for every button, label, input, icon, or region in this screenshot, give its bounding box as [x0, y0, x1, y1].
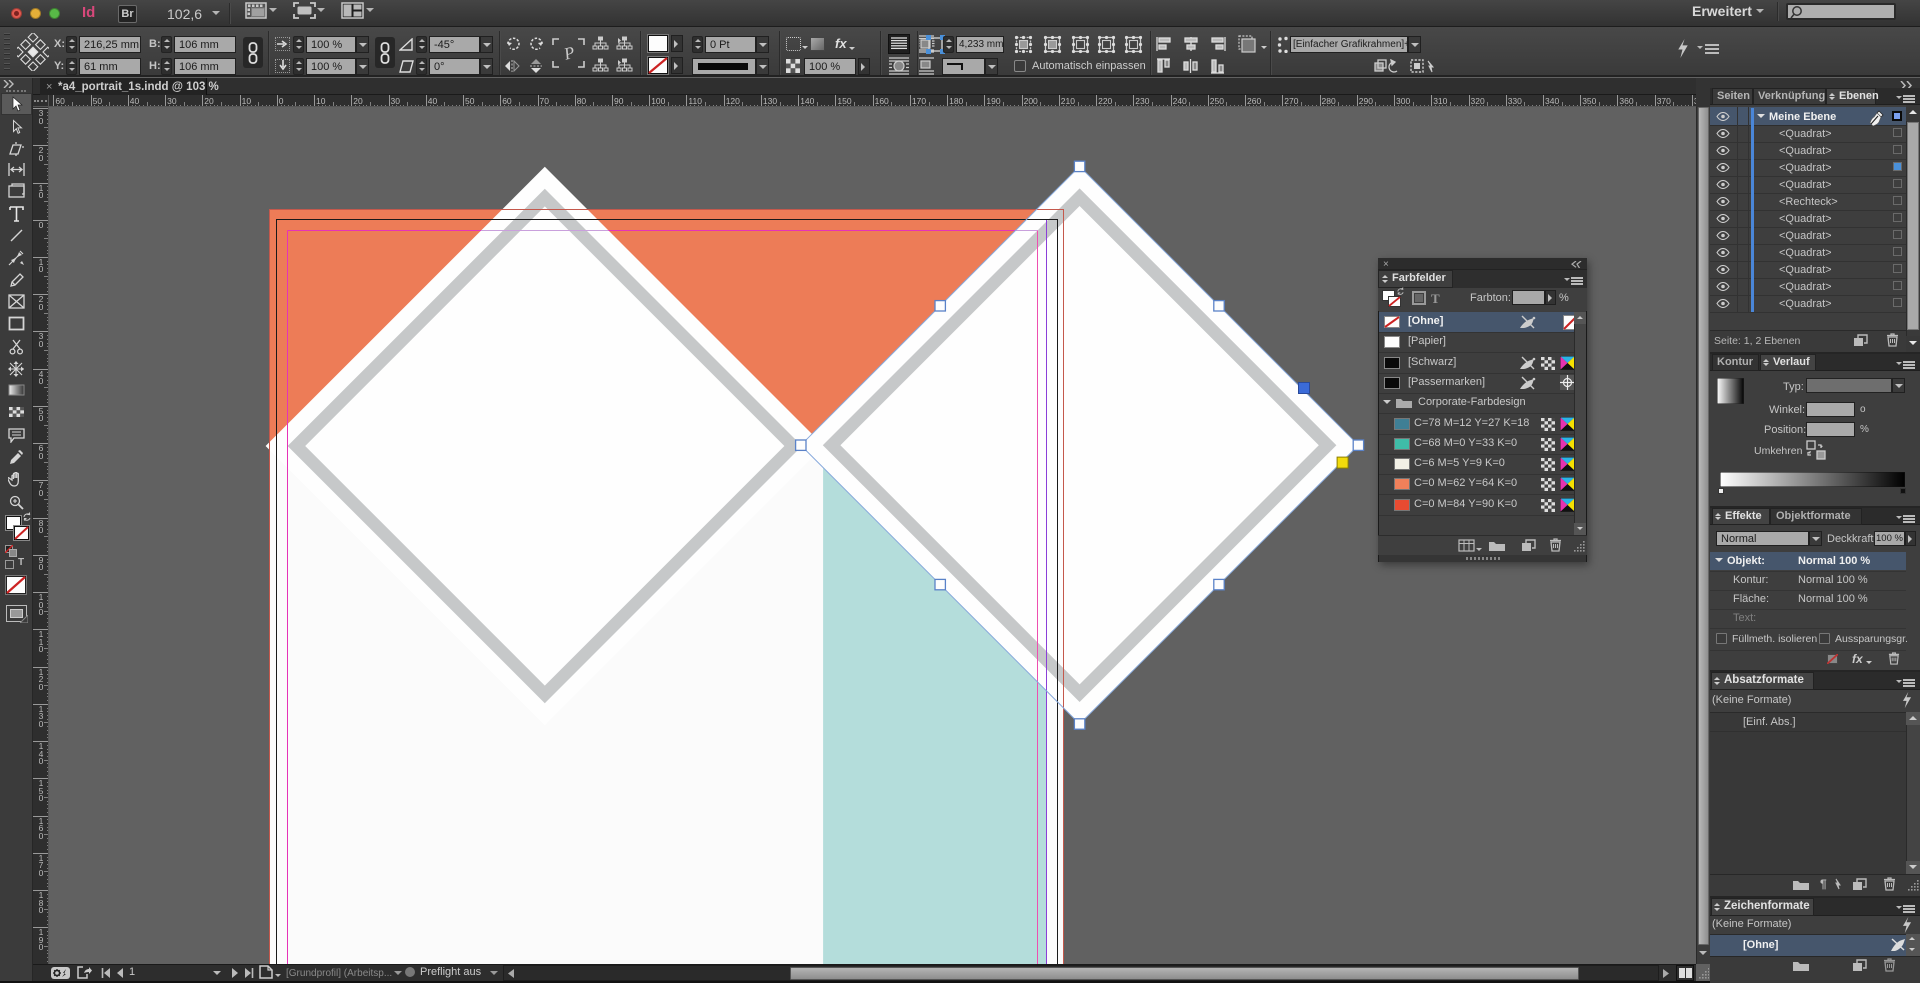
svg-text:P: P [561, 43, 577, 64]
